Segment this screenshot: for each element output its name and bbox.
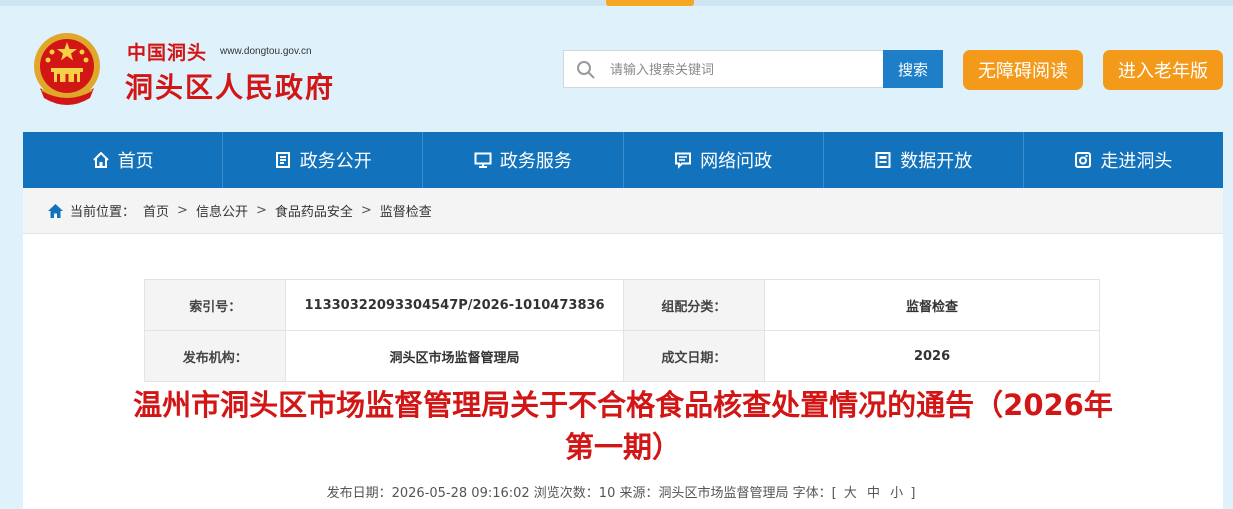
article-title: 温州市洞头区市场监督管理局关于不合格食品核查处置情况的通告（2026年第一期） xyxy=(133,388,1113,464)
index-value: 11330322093304547P/2026-1010473836 xyxy=(285,279,624,331)
data-icon xyxy=(875,152,891,168)
breadcrumb-separator: > xyxy=(255,203,267,218)
breadcrumb-info-public[interactable]: 信息公开 xyxy=(196,201,248,220)
publish-info: 发布日期：2026-05-28 09:16:02 浏览次数：10 来源：洞头区市… xyxy=(46,482,1196,501)
table-row: 发布机构： 洞头区市场监督管理局 成文日期： 2026 xyxy=(143,330,1100,382)
accessibility-button[interactable]: 无障碍阅读 xyxy=(963,50,1083,90)
publisher-value: 洞头区市场监督管理局 xyxy=(285,330,624,382)
breadcrumb-prefix: 当前位置： xyxy=(70,205,136,220)
font-size-large-link[interactable]: 大 xyxy=(844,486,857,501)
nav-label: 网络问政 xyxy=(700,151,773,172)
breadcrumb-supervision[interactable]: 监督检查 xyxy=(380,201,432,220)
site-name[interactable]: 洞头区人民政府 xyxy=(125,66,335,106)
breadcrumb-food-drug-safety[interactable]: 食品药品安全 xyxy=(275,201,353,220)
nav-item-open-data[interactable]: 数据开放 xyxy=(824,132,1024,188)
national-emblem-icon xyxy=(34,33,100,105)
nav-item-gov-services[interactable]: 政务服务 xyxy=(423,132,624,188)
search-button[interactable]: 搜索 xyxy=(883,50,943,88)
category-label: 组配分类： xyxy=(622,279,766,331)
metadata-table: 索引号： 11330322093304547P/2026-1010473836 … xyxy=(143,279,1100,382)
monitor-icon xyxy=(474,152,492,168)
nav-item-home[interactable]: 首页 xyxy=(23,132,224,188)
nav-item-about-dongtou[interactable]: 走进洞头 xyxy=(1024,132,1223,188)
nav-label: 走进洞头 xyxy=(1100,151,1173,172)
article-content: 索引号： 11330322093304547P/2026-1010473836 … xyxy=(23,234,1223,509)
breadcrumb-separator: > xyxy=(177,203,188,218)
home-icon xyxy=(92,151,109,168)
font-size-medium-link[interactable]: 中 xyxy=(867,486,880,501)
date-label: 成文日期： xyxy=(622,330,766,382)
search-box xyxy=(563,50,883,89)
category-value: 监督检查 xyxy=(764,279,1100,331)
publish-info-text: 发布日期：2026-05-28 09:16:02 浏览次数：10 来源：洞头区市… xyxy=(326,486,837,501)
breadcrumb: 当前位置： 首页 > 信息公开 > 食品药品安全 > 监督检查 xyxy=(23,188,1223,234)
site-script-logo: 中国洞头 xyxy=(127,42,208,64)
nav-label: 政务服务 xyxy=(499,151,572,172)
table-row: 索引号： 11330322093304547P/2026-1010473836 … xyxy=(143,279,1100,331)
camera-icon xyxy=(1075,152,1092,168)
breadcrumb-home[interactable]: 首页 xyxy=(143,201,169,220)
publish-info-end: ] xyxy=(910,486,916,501)
index-label: 索引号： xyxy=(143,279,287,331)
publisher-label: 发布机构： xyxy=(143,330,287,382)
chat-icon xyxy=(675,152,692,169)
site-header: 中国洞头 www.dongtou.gov.cn 洞头区人民政府 搜索 无障碍阅读… xyxy=(0,6,1233,132)
document-icon xyxy=(275,152,290,168)
nav-item-gov-affairs[interactable]: 政务公开 xyxy=(223,132,424,188)
site-url: www.dongtou.gov.cn xyxy=(220,46,312,57)
nav-label: 政务公开 xyxy=(299,151,372,172)
nav-label: 数据开放 xyxy=(900,151,973,172)
home-icon xyxy=(48,203,63,218)
date-value: 2026 xyxy=(764,330,1100,382)
search-input[interactable] xyxy=(608,51,882,89)
search-icon xyxy=(577,61,595,79)
breadcrumb-separator: > xyxy=(360,203,372,218)
nav-label: 首页 xyxy=(117,151,154,172)
main-nav: 首页 政务公开 政务服务 网络问政 数据开放 走进洞头 xyxy=(23,132,1223,188)
elder-mode-button[interactable]: 进入老年版 xyxy=(1103,50,1223,90)
font-size-small-link[interactable]: 小 xyxy=(890,486,903,501)
nav-item-online-inquiry[interactable]: 网络问政 xyxy=(624,132,824,188)
